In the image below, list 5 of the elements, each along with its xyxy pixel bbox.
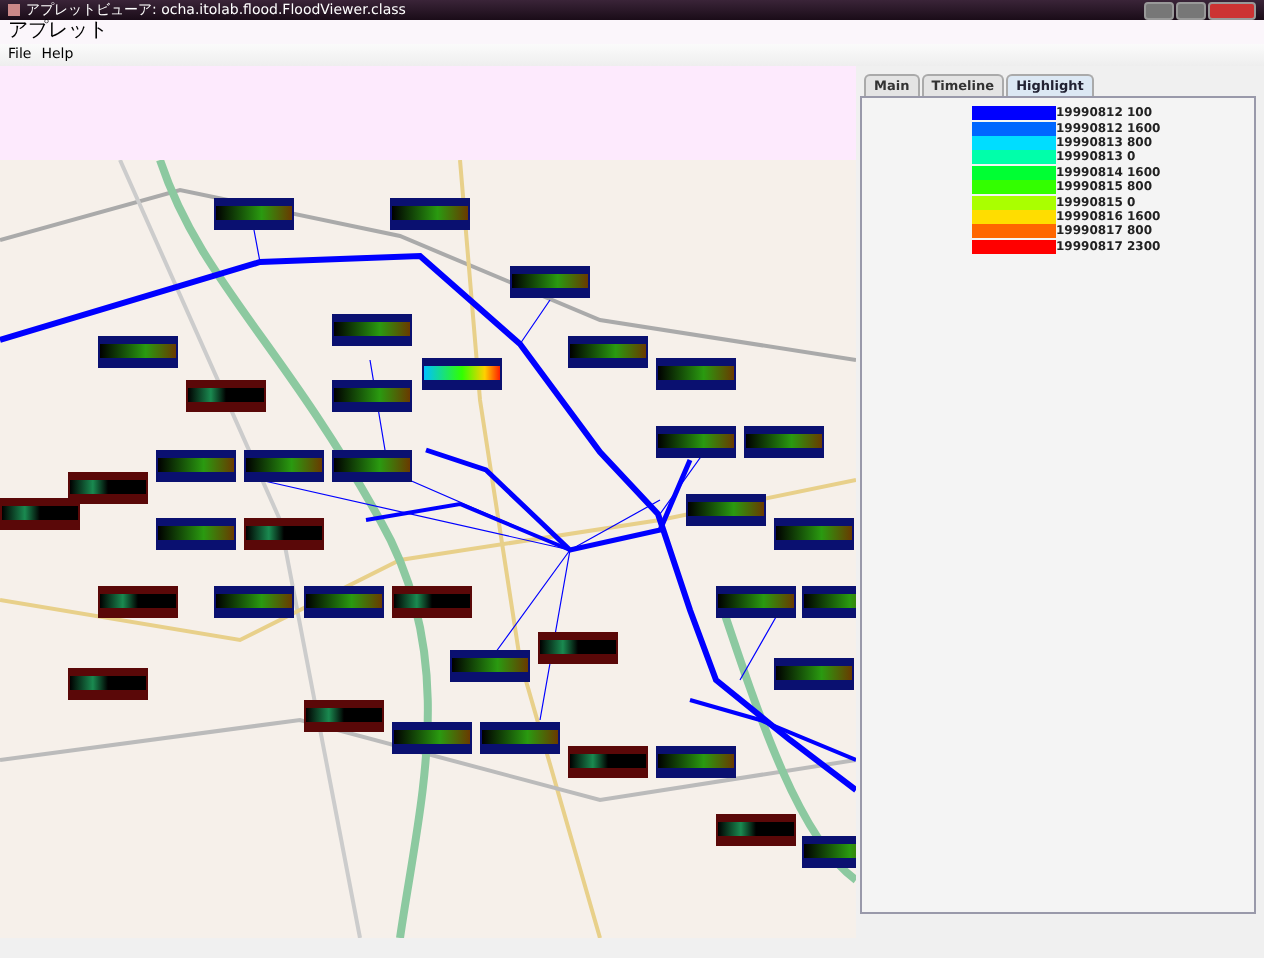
minimize-button[interactable] <box>1144 1 1174 19</box>
close-button[interactable] <box>1208 1 1256 19</box>
app-icon <box>8 4 20 16</box>
applet-menu[interactable]: アプレット <box>0 20 1264 44</box>
maximize-button[interactable] <box>1176 1 1206 19</box>
